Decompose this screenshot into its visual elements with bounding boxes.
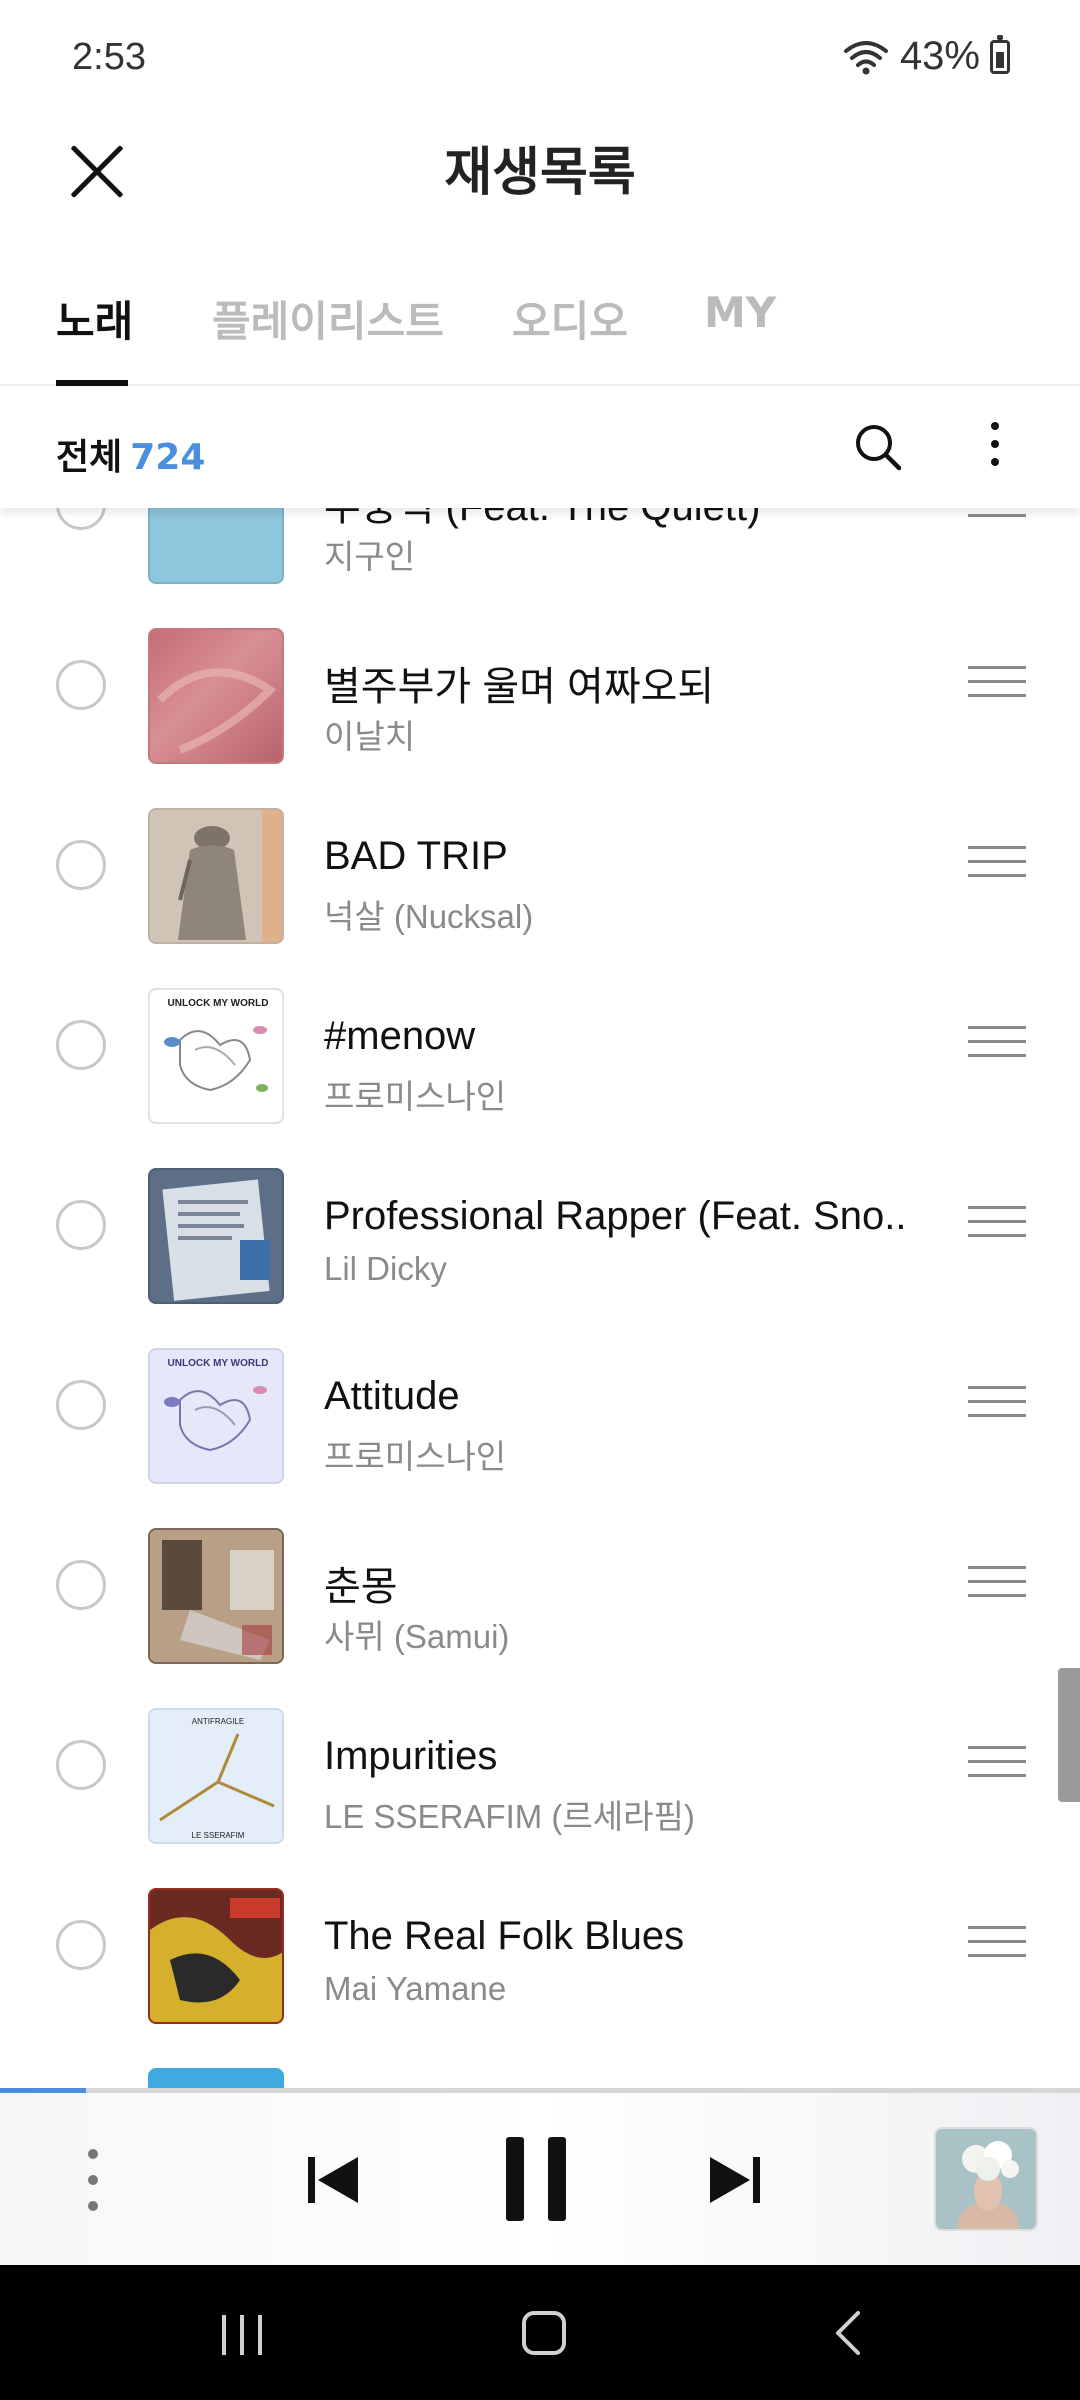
drag-handle-icon[interactable]: [968, 1026, 1026, 1064]
drag-handle-icon[interactable]: [968, 1386, 1026, 1424]
album-art-text: ANTIFRAGILE: [192, 1717, 244, 1726]
song-artist: Lil Dicky: [324, 1250, 447, 1287]
drag-handle-icon[interactable]: [968, 508, 1026, 524]
song-count: 전체 724: [56, 428, 205, 480]
list-item[interactable]: [0, 2046, 1080, 2088]
song-list: 무중력 (Feat. The Quiett) 지구인 별주부가 울며 여짜오되 …: [0, 508, 1080, 2088]
filter-bar: 전체 724: [0, 386, 1080, 508]
album-art: UNLOCK MY WORLD: [148, 1348, 284, 1484]
drag-handle-icon[interactable]: [968, 666, 1026, 704]
song-title: BAD TRIP: [324, 834, 508, 878]
list-item[interactable]: BAD TRIP 넉살 (Nucksal): [0, 786, 1080, 966]
select-checkbox[interactable]: [56, 1740, 106, 1790]
list-item[interactable]: Professional Rapper (Feat. Sno.. Lil Dic…: [0, 1146, 1080, 1326]
select-checkbox[interactable]: [56, 508, 106, 530]
now-playing-album-art[interactable]: [934, 2127, 1038, 2231]
list-item[interactable]: UNLOCK MY WORLD Attitude 프로미스나인: [0, 1326, 1080, 1506]
album-art-text: UNLOCK MY WORLD: [168, 998, 269, 1009]
tab-bar: 노래 플레이리스트 오디오 MY: [0, 270, 1080, 386]
tab-songs[interactable]: 노래: [56, 288, 133, 349]
song-artist: Mai Yamane: [324, 1970, 507, 2007]
select-checkbox[interactable]: [56, 1560, 106, 1610]
album-art: [148, 1528, 284, 1664]
album-art-text: LE SSERAFIM: [192, 1831, 245, 1840]
song-artist: LE SSERAFIM (르세라핌): [324, 1798, 695, 1835]
status-right: 43%: [842, 34, 1010, 79]
song-artist: 사뮈 (Samui): [324, 1618, 510, 1655]
album-art: [148, 2068, 284, 2088]
song-title: #menow: [324, 1014, 476, 1058]
song-title: Impurities: [324, 1734, 498, 1778]
select-checkbox[interactable]: [56, 840, 106, 890]
album-art: ANTIFRAGILE LE SSERAFIM: [148, 1708, 284, 1844]
tab-audio[interactable]: 오디오: [512, 288, 628, 349]
pause-icon[interactable]: [506, 2137, 566, 2221]
scrollbar-thumb[interactable]: [1058, 1668, 1080, 1802]
drag-handle-icon[interactable]: [968, 1206, 1026, 1244]
list-item[interactable]: The Real Folk Blues Mai Yamane: [0, 1866, 1080, 2046]
page-title: 재생목록: [444, 143, 636, 203]
song-artist: 지구인: [324, 538, 416, 575]
system-nav-bar: [0, 2265, 1080, 2400]
select-checkbox[interactable]: [56, 1200, 106, 1250]
song-artist: 넉살 (Nucksal): [324, 898, 534, 935]
select-checkbox[interactable]: [56, 1920, 106, 1970]
list-item[interactable]: UNLOCK MY WORLD #menow 프로미스나인: [0, 966, 1080, 1146]
album-art: [148, 1168, 284, 1304]
song-title: The Real Folk Blues: [324, 1914, 685, 1958]
drag-handle-icon[interactable]: [968, 846, 1026, 884]
battery-percent: 43%: [899, 34, 980, 78]
wifi-icon: [843, 40, 888, 74]
drag-handle-icon[interactable]: [968, 1926, 1026, 1964]
song-title: 별주부가 울며 여짜오되: [324, 665, 715, 709]
tab-my[interactable]: MY: [704, 288, 776, 337]
song-title: 춘몽: [324, 1565, 398, 1609]
song-artist: 프로미스나인: [324, 1078, 507, 1115]
status-time: 2:53: [72, 36, 146, 78]
select-checkbox[interactable]: [56, 660, 106, 710]
album-art: UNLOCK MY WORLD: [148, 988, 284, 1124]
back-icon[interactable]: [832, 2309, 862, 2357]
recent-apps-icon[interactable]: [222, 2315, 266, 2355]
player-more-icon[interactable]: [86, 2149, 100, 2213]
all-label: 전체: [56, 437, 123, 478]
song-artist: 프로미스나인: [324, 1438, 507, 1475]
list-item[interactable]: 무중력 (Feat. The Quiett) 지구인: [0, 508, 1080, 606]
home-icon[interactable]: [522, 2311, 566, 2355]
drag-handle-icon[interactable]: [968, 1566, 1026, 1604]
drag-handle-icon[interactable]: [968, 1746, 1026, 1784]
song-title: Attitude: [324, 1374, 460, 1418]
status-bar: 2:53 43%: [0, 0, 1080, 120]
count-number: 724: [130, 437, 206, 478]
select-checkbox[interactable]: [56, 1020, 106, 1070]
previous-track-icon[interactable]: [306, 2153, 360, 2207]
battery-icon: [990, 34, 1010, 74]
song-artist: 이날치: [324, 718, 416, 755]
song-title: 무중력 (Feat. The Quiett): [324, 508, 924, 532]
album-art: [148, 1888, 284, 2024]
header: 재생목록: [0, 120, 1080, 270]
album-art: [148, 508, 284, 584]
select-checkbox[interactable]: [56, 1380, 106, 1430]
album-art: [148, 628, 284, 764]
tab-playlists[interactable]: 플레이리스트: [212, 288, 444, 349]
list-item[interactable]: ANTIFRAGILE LE SSERAFIM Impurities LE SS…: [0, 1686, 1080, 1866]
mini-player: [0, 2093, 1080, 2265]
next-track-icon[interactable]: [708, 2153, 762, 2207]
album-art-text: UNLOCK MY WORLD: [168, 1358, 269, 1369]
album-art: [148, 808, 284, 944]
list-item[interactable]: 춘몽 사뮈 (Samui): [0, 1506, 1080, 1686]
song-title: Professional Rapper (Feat. Sno..: [324, 1194, 907, 1238]
search-icon[interactable]: [853, 422, 903, 472]
more-options-icon[interactable]: [980, 422, 1010, 474]
list-item[interactable]: 별주부가 울며 여짜오되 이날치: [0, 606, 1080, 786]
